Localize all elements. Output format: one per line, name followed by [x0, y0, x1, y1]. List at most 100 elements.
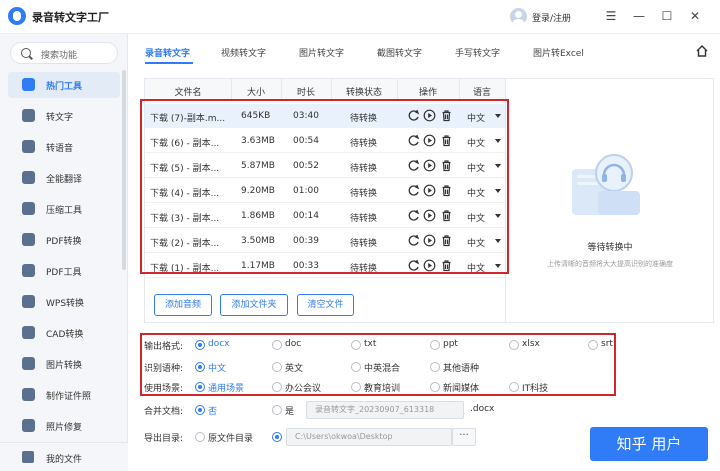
language-option-1[interactable]: 英文 [285, 361, 303, 374]
chevron-down-icon[interactable] [495, 239, 501, 243]
sidebar-item-5[interactable]: PDF转换 [8, 227, 120, 253]
output-path-input[interactable]: C:\Users\okwoa\Desktop [286, 428, 452, 446]
custom-dir-radio[interactable] [272, 432, 282, 442]
language-option-3[interactable]: 其他语种 [443, 361, 479, 374]
refresh-icon[interactable] [407, 209, 420, 222]
merge-filename-input[interactable]: 录音转文字_20230907_613318 [306, 401, 464, 419]
skin-menu-icon[interactable]: ☰ [600, 6, 622, 26]
tab-2[interactable]: 图片转文字 [299, 46, 344, 59]
scene-option-2[interactable]: 教育培训 [364, 381, 400, 394]
format-option-1[interactable]: doc [285, 339, 301, 349]
search-input[interactable]: 搜索功能 [10, 42, 118, 64]
sidebar-item-9[interactable]: 图片转换 [8, 351, 120, 377]
delete-icon[interactable] [440, 184, 453, 197]
refresh-icon[interactable] [407, 234, 420, 247]
close-button[interactable]: ✕ [684, 6, 706, 26]
merge-no-radio[interactable] [195, 405, 205, 415]
source-dir-radio[interactable] [195, 432, 205, 442]
sidebar-item-2[interactable]: 转语音 [8, 134, 120, 160]
delete-icon[interactable] [440, 259, 453, 272]
play-icon[interactable] [423, 184, 436, 197]
scene-option-4[interactable]: IT科技 [522, 381, 548, 394]
delete-icon[interactable] [440, 159, 453, 172]
format-radio-2[interactable] [351, 340, 361, 350]
chevron-down-icon[interactable] [495, 139, 501, 143]
scene-radio-0[interactable] [195, 382, 205, 392]
format-option-3[interactable]: ppt [443, 339, 458, 349]
chevron-down-icon[interactable] [495, 164, 501, 168]
tab-0[interactable]: 录音转文字 [145, 46, 190, 59]
minimize-button[interactable]: — [628, 6, 650, 26]
avatar-icon[interactable] [510, 8, 527, 25]
tab-4[interactable]: 手写转文字 [455, 46, 500, 59]
tab-5[interactable]: 图片转Excel [533, 46, 584, 59]
sidebar-item-8[interactable]: CAD转换 [8, 320, 120, 346]
maximize-button[interactable]: ☐ [656, 6, 678, 26]
language-radio-1[interactable] [272, 362, 282, 372]
chevron-down-icon[interactable] [495, 114, 501, 118]
merge-yes-label[interactable]: 是 [285, 404, 294, 417]
chevron-down-icon[interactable] [495, 214, 501, 218]
scene-radio-4[interactable] [509, 382, 519, 392]
sidebar-item-my-files[interactable]: 我的文件 [0, 442, 128, 471]
table-row[interactable]: 下载 (7)-副本.m... 645KB 03:40 待转换 中文 [145, 104, 505, 128]
format-radio-1[interactable] [272, 340, 282, 350]
login-link[interactable]: 登录/注册 [532, 11, 571, 24]
sidebar-item-0[interactable]: 热门工具 [8, 72, 120, 98]
language-radio-0[interactable] [195, 362, 205, 372]
language-option-2[interactable]: 中英混合 [364, 361, 400, 374]
language-radio-2[interactable] [351, 362, 361, 372]
scene-option-1[interactable]: 办公会议 [285, 381, 321, 394]
table-row[interactable]: 下载 (1) - 副本... 1.17MB 00:33 待转换 中文 [145, 254, 505, 278]
merge-no-label[interactable]: 否 [208, 404, 217, 417]
format-option-2[interactable]: txt [364, 339, 376, 349]
table-row[interactable]: 下载 (3) - 副本... 1.86MB 00:14 待转换 中文 [145, 204, 505, 228]
format-option-0[interactable]: docx [208, 339, 230, 349]
scene-option-3[interactable]: 新闻媒体 [443, 381, 479, 394]
sidebar-item-3[interactable]: 全能翻译 [8, 165, 120, 191]
sidebar-item-10[interactable]: 制作证件照 [8, 382, 120, 408]
scene-option-0[interactable]: 通用场景 [208, 381, 244, 394]
refresh-icon[interactable] [407, 134, 420, 147]
browse-button[interactable]: ··· [452, 428, 476, 446]
format-radio-5[interactable] [588, 340, 598, 350]
delete-icon[interactable] [440, 209, 453, 222]
chevron-down-icon[interactable] [495, 264, 501, 268]
play-icon[interactable] [423, 159, 436, 172]
table-row[interactable]: 下载 (4) - 副本... 9.20MB 01:00 待转换 中文 [145, 179, 505, 203]
start-convert-button[interactable]: 知乎 用户 [590, 427, 708, 461]
format-radio-4[interactable] [509, 340, 519, 350]
tab-1[interactable]: 视频转文字 [221, 46, 266, 59]
format-radio-3[interactable] [430, 340, 440, 350]
table-row[interactable]: 下载 (6) - 副本... 3.63MB 00:54 待转换 中文 [145, 129, 505, 153]
format-radio-0[interactable] [195, 340, 205, 350]
refresh-icon[interactable] [407, 109, 420, 122]
play-icon[interactable] [423, 259, 436, 272]
home-icon[interactable] [695, 44, 709, 58]
table-row[interactable]: 下载 (2) - 副本... 3.50MB 00:39 待转换 中文 [145, 229, 505, 253]
play-icon[interactable] [423, 109, 436, 122]
add-folder-button[interactable]: 添加文件夹 [220, 294, 288, 316]
sidebar-item-11[interactable]: 照片修复 [8, 413, 120, 439]
language-radio-3[interactable] [430, 362, 440, 372]
refresh-icon[interactable] [407, 159, 420, 172]
scene-radio-3[interactable] [430, 382, 440, 392]
merge-yes-radio[interactable] [272, 405, 282, 415]
scene-radio-2[interactable] [351, 382, 361, 392]
play-icon[interactable] [423, 234, 436, 247]
add-audio-button[interactable]: 添加音频 [154, 294, 212, 316]
play-icon[interactable] [423, 134, 436, 147]
table-row[interactable]: 下载 (5) - 副本... 5.87MB 00:52 待转换 中文 [145, 154, 505, 178]
source-dir-label[interactable]: 原文件目录 [208, 431, 253, 444]
format-option-5[interactable]: srt [601, 339, 613, 349]
refresh-icon[interactable] [407, 259, 420, 272]
refresh-icon[interactable] [407, 184, 420, 197]
sidebar-scrollbar[interactable] [122, 70, 126, 270]
sidebar-item-7[interactable]: WPS转换 [8, 289, 120, 315]
tab-3[interactable]: 截图转文字 [377, 46, 422, 59]
scene-radio-1[interactable] [272, 382, 282, 392]
sidebar-item-6[interactable]: PDF工具 [8, 258, 120, 284]
language-option-0[interactable]: 中文 [208, 361, 226, 374]
sidebar-item-1[interactable]: 转文字 [8, 103, 120, 129]
chevron-down-icon[interactable] [495, 189, 501, 193]
